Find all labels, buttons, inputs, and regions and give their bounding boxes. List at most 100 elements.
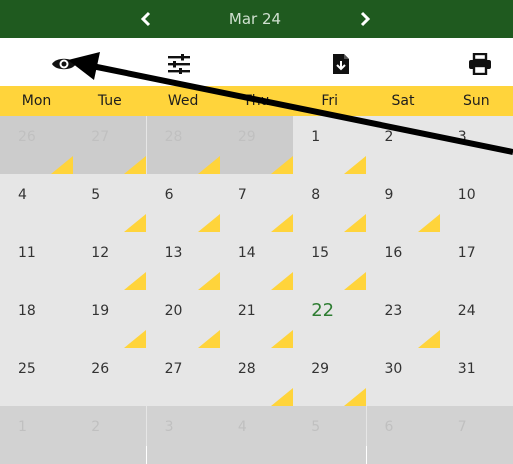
event-marker-icon <box>51 156 73 174</box>
file-download-icon <box>333 54 349 74</box>
day-number: 2 <box>91 419 101 435</box>
day-number: 4 <box>237 419 247 435</box>
day-cell[interactable]: 7 <box>220 174 293 232</box>
day-number: 24 <box>457 303 476 319</box>
chevron-left-icon <box>140 11 151 27</box>
weekday-label: Sat <box>391 93 415 109</box>
day-cell[interactable]: 27 <box>73 116 147 174</box>
event-marker-icon <box>270 272 293 290</box>
day-cell-today[interactable]: 22 <box>293 290 366 348</box>
event-marker-icon <box>124 330 147 348</box>
day-number: 4 <box>18 187 27 203</box>
weekday-label: Mon <box>21 93 52 109</box>
print-button[interactable] <box>466 50 494 78</box>
day-cell[interactable]: 5 <box>293 406 367 464</box>
day-cell[interactable]: 6 <box>147 174 220 232</box>
day-cell[interactable]: 12 <box>73 232 147 290</box>
day-number: 27 <box>164 361 183 377</box>
day-number: 20 <box>164 303 183 319</box>
event-marker-icon <box>417 330 440 348</box>
day-cell[interactable]: 1 <box>0 406 73 464</box>
day-number: 8 <box>311 187 321 203</box>
day-cell[interactable]: 15 <box>293 232 367 290</box>
day-cell[interactable]: 14 <box>220 232 293 290</box>
day-number: 26 <box>91 361 110 377</box>
day-cell[interactable]: 2 <box>73 406 147 464</box>
day-number: 25 <box>18 361 36 377</box>
weekday-label: Wed <box>167 93 199 109</box>
day-cell[interactable]: 4 <box>219 406 293 464</box>
event-marker-icon <box>270 156 293 174</box>
day-number: 13 <box>164 245 183 261</box>
event-marker-icon <box>417 214 440 232</box>
day-cell[interactable]: 8 <box>293 174 367 232</box>
day-cell[interactable]: 3 <box>440 116 513 174</box>
day-cell[interactable]: 25 <box>0 348 73 406</box>
day-cell[interactable]: 23 <box>367 290 440 348</box>
event-marker-icon <box>270 214 293 232</box>
event-marker-icon <box>124 156 147 174</box>
day-number: 19 <box>91 303 110 319</box>
day-number: 28 <box>237 361 256 377</box>
day-number: 12 <box>91 245 110 261</box>
day-cell[interactable]: 5 <box>73 174 147 232</box>
day-number: 10 <box>457 187 476 203</box>
day-cell[interactable]: 18 <box>0 290 73 348</box>
day-number: 27 <box>91 129 110 145</box>
day-cell[interactable]: 31 <box>440 348 513 406</box>
day-number: 11 <box>18 245 36 261</box>
day-cell[interactable]: 30 <box>367 348 440 406</box>
day-number: 9 <box>384 187 394 203</box>
day-number: 23 <box>384 303 403 319</box>
day-cell[interactable]: 26 <box>73 348 146 406</box>
day-cell[interactable]: 28 <box>220 348 293 406</box>
day-cell[interactable]: 10 <box>440 174 513 232</box>
day-cell[interactable]: 19 <box>73 290 147 348</box>
day-number: 16 <box>384 245 403 261</box>
day-cell[interactable]: 9 <box>367 174 440 232</box>
prev-month-button[interactable] <box>126 0 166 38</box>
day-cell[interactable]: 4 <box>0 174 73 232</box>
event-marker-icon <box>124 272 147 290</box>
week-row: 18 19 20 21 22 23 24 <box>0 290 513 348</box>
day-number: 5 <box>311 419 321 435</box>
day-cell[interactable]: 27 <box>147 348 220 406</box>
day-number: 6 <box>384 419 394 435</box>
day-cell[interactable]: 7 <box>439 406 513 464</box>
day-cell[interactable]: 11 <box>0 232 73 290</box>
day-cell[interactable]: 21 <box>220 290 293 348</box>
day-number: 30 <box>384 361 403 377</box>
day-cell[interactable]: 29 <box>293 348 367 406</box>
view-toggle-button[interactable] <box>50 50 78 78</box>
day-cell[interactable]: 24 <box>440 290 513 348</box>
chevron-right-icon <box>360 11 371 27</box>
month-title: Mar 24 <box>228 10 282 28</box>
day-cell[interactable]: 13 <box>147 232 220 290</box>
day-number: 26 <box>18 129 36 145</box>
eye-icon <box>52 58 76 70</box>
day-number: 6 <box>164 187 174 203</box>
day-cell[interactable]: 26 <box>0 116 73 174</box>
day-cell[interactable]: 1 <box>293 116 367 174</box>
event-marker-icon <box>197 272 220 290</box>
next-month-button[interactable] <box>345 0 385 38</box>
day-cell[interactable]: 29 <box>219 116 293 174</box>
day-cell[interactable]: 6 <box>366 406 440 464</box>
event-marker-icon <box>344 388 367 406</box>
day-number: 17 <box>457 245 476 261</box>
download-button[interactable] <box>327 50 355 78</box>
event-marker-icon <box>344 214 367 232</box>
day-cell[interactable]: 28 <box>146 116 220 174</box>
day-cell[interactable]: 2 <box>367 116 440 174</box>
toolbar <box>0 38 513 87</box>
day-cell[interactable]: 17 <box>440 232 513 290</box>
day-cell[interactable]: 20 <box>147 290 220 348</box>
day-cell[interactable]: 16 <box>367 232 440 290</box>
filter-settings-button[interactable] <box>165 50 193 78</box>
day-cell[interactable]: 3 <box>146 406 220 464</box>
week-row: 4 5 6 7 8 9 10 <box>0 174 513 232</box>
weekday-label: Fri <box>321 93 339 109</box>
weekday-header: Mon Tue Wed Thu Fri Sat Sun <box>0 86 513 116</box>
event-marker-icon <box>344 272 367 290</box>
weekday-label: Thu <box>243 93 270 109</box>
